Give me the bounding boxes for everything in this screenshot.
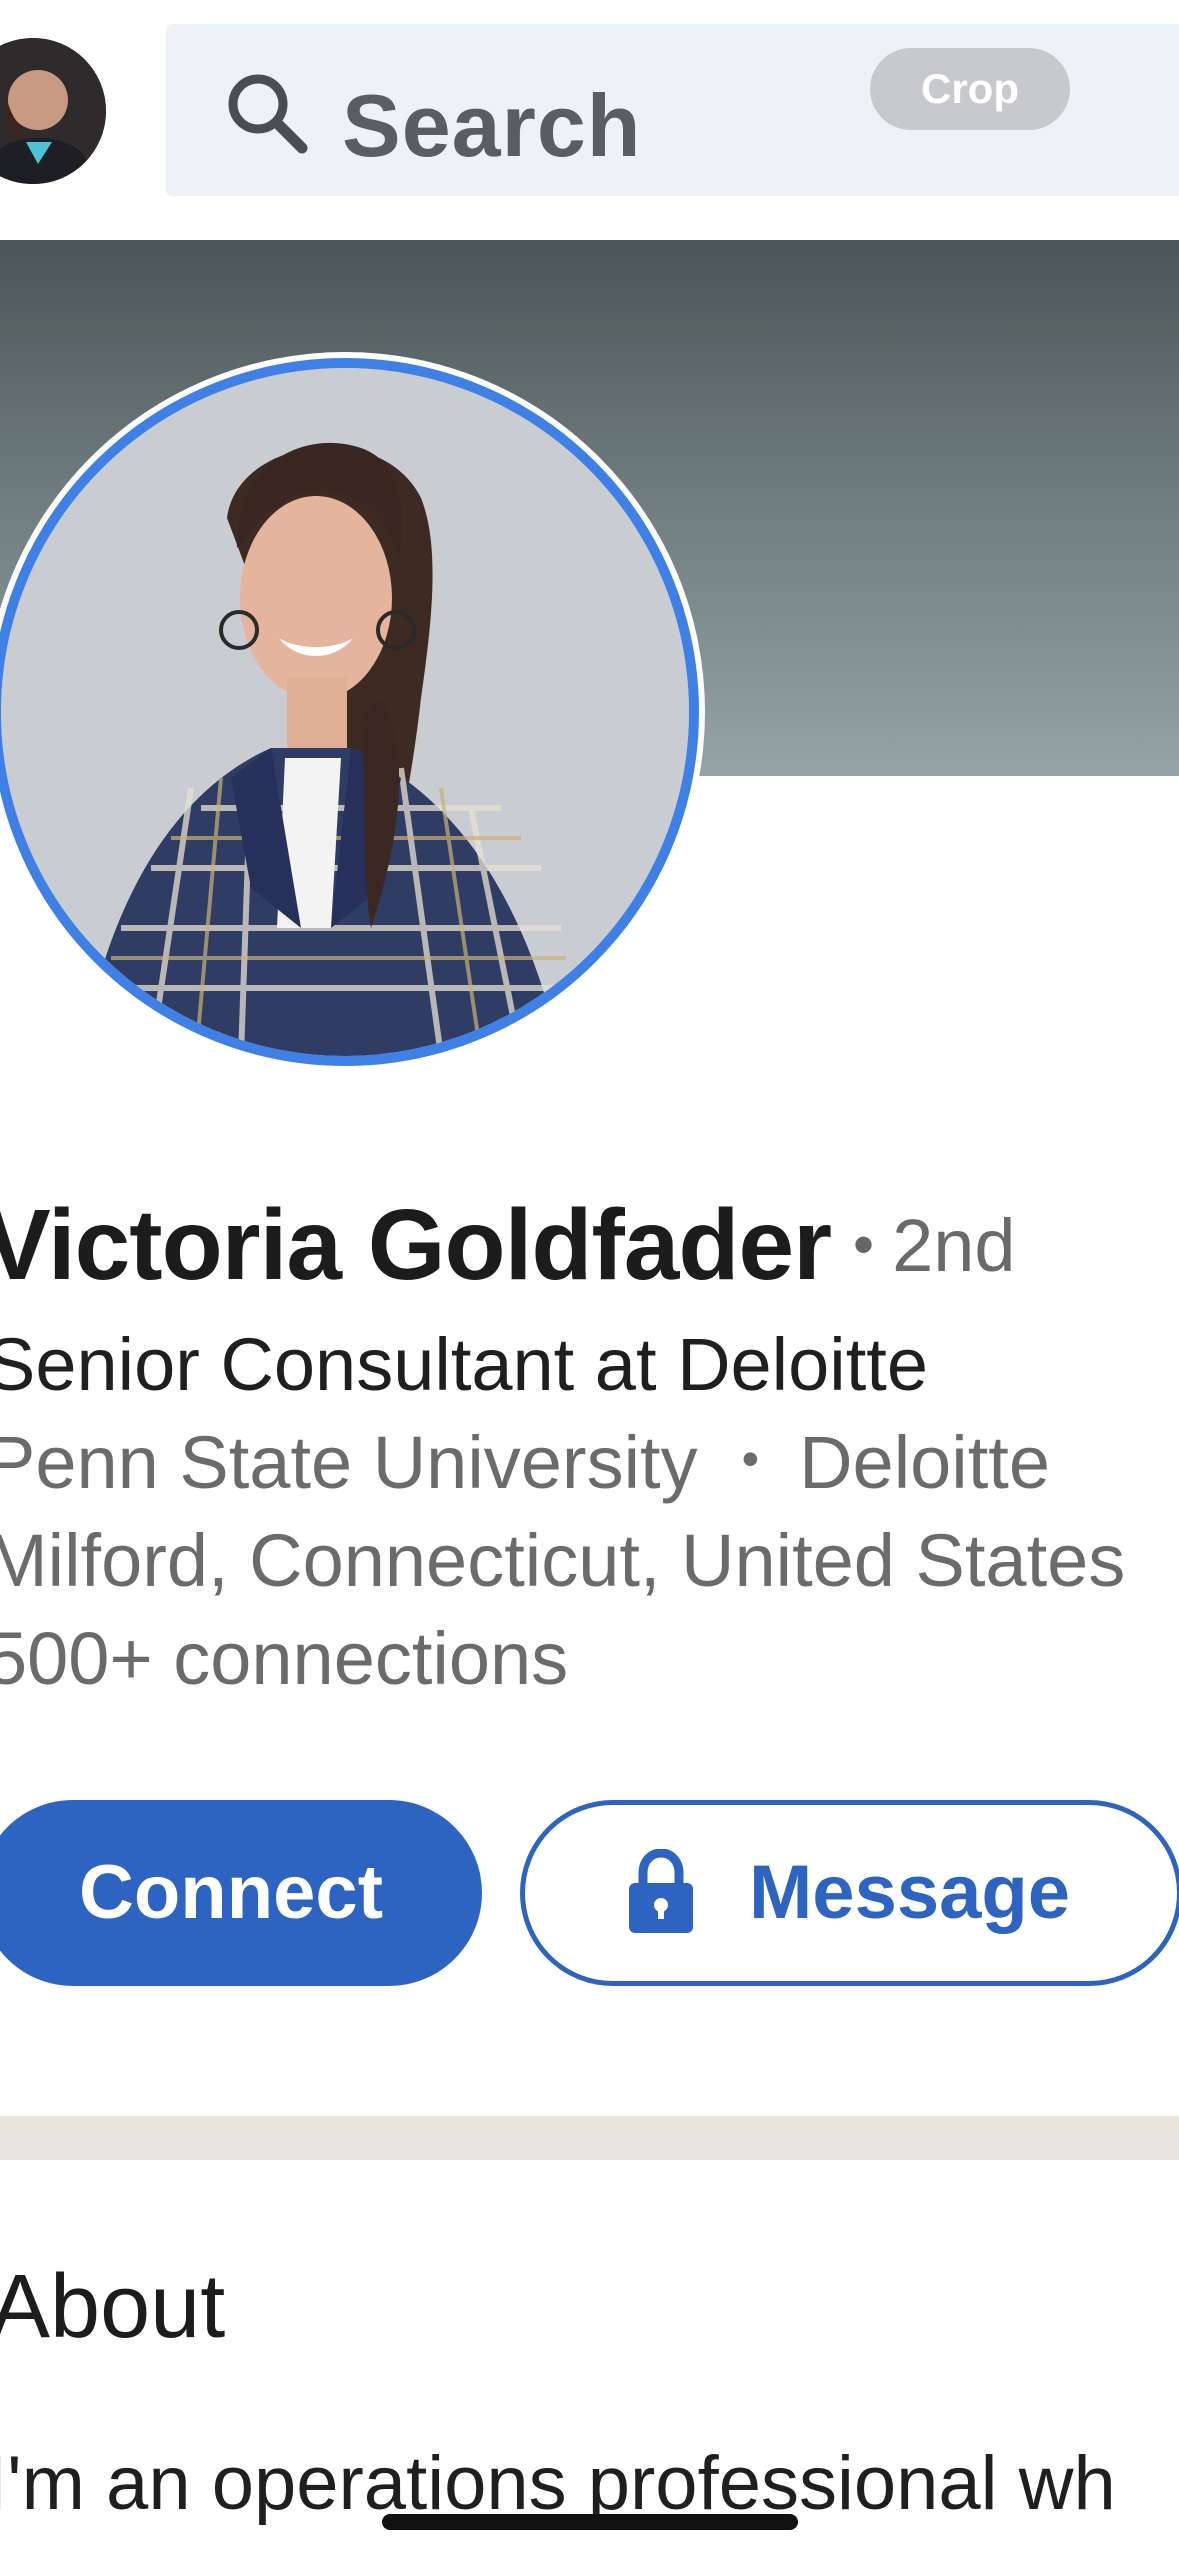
home-indicator[interactable] [382,2514,798,2530]
top-bar: Search Crop [0,0,1179,230]
profile-location: Milford, Connecticut, United States [0,1519,1126,1602]
search-input[interactable]: Search [342,82,642,170]
message-button-label: Message [749,1850,1071,1935]
crop-button[interactable]: Crop [870,48,1070,130]
connect-button[interactable]: Connect [0,1800,482,1986]
meta-separator: • [741,1431,760,1487]
education-link[interactable]: Penn State University [0,1421,698,1504]
about-heading: About [0,2257,226,2357]
profile-photo-frame [0,358,699,1066]
search-icon [228,74,308,154]
avatar-image [0,38,106,184]
connection-degree: 2nd [892,1204,1016,1287]
profile-headline: Senior Consultant at Deloitte [0,1323,928,1406]
profile-connections[interactable]: 500+ connections [0,1616,568,1701]
lock-icon [629,1849,693,1933]
section-divider [0,2116,1179,2160]
message-button[interactable]: Message [520,1800,1179,1986]
profile-photo-image [1,368,689,1056]
search-bar[interactable]: Search Crop [166,24,1179,196]
profile-name-row: Victoria Goldfader • 2nd [0,1188,1016,1303]
company-link[interactable]: Deloitte [799,1421,1050,1504]
user-avatar[interactable] [0,38,106,184]
profile-name: Victoria Goldfader [0,1189,832,1301]
profile-photo[interactable] [0,352,705,1072]
profile-education-company: Penn State University • Deloitte [0,1420,1050,1505]
degree-separator: • [853,1211,875,1278]
